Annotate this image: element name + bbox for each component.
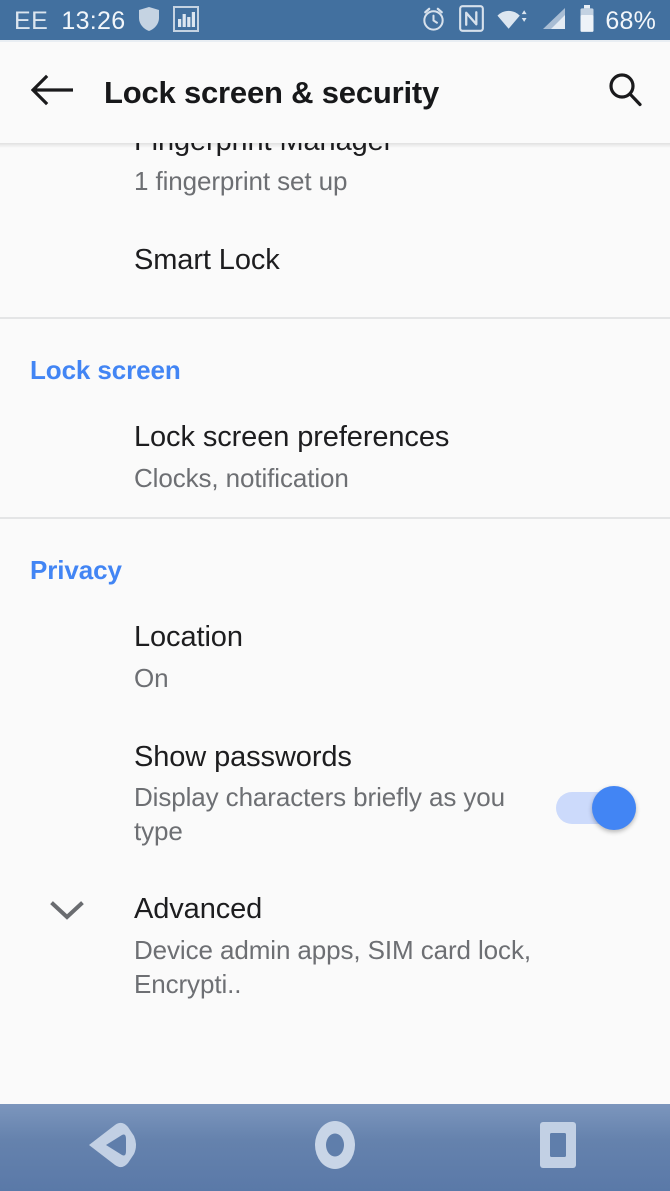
row-leading-slot (0, 420, 134, 426)
row-text: Advanced Device admin apps, SIM card loc… (134, 892, 646, 1001)
battery-percent-label: 68% (605, 6, 656, 35)
list-item[interactable]: Show passwords Display characters briefl… (0, 718, 670, 871)
wifi-icon (496, 6, 529, 37)
list-item[interactable]: Smart Lock (0, 221, 670, 317)
nav-recents-button[interactable] (447, 1104, 670, 1191)
status-bar: EE 13:26 68% (0, 0, 670, 42)
navigation-bar (0, 1104, 670, 1191)
row-leading-slot (0, 243, 134, 249)
settings-scroll-area[interactable]: Fingerprint Manager 1 fingerprint set up… (0, 143, 670, 1104)
row-title: Advanced (134, 893, 263, 926)
section-header-privacy: Privacy (30, 555, 122, 586)
row-subtitle: On (134, 662, 169, 693)
section-header-lock-screen: Lock screen (30, 355, 181, 386)
toggle-thumb (592, 785, 636, 830)
row-leading-slot (0, 740, 134, 746)
row-title: Show passwords (134, 740, 352, 773)
list-item[interactable]: Fingerprint Manager 1 fingerprint set up (0, 143, 670, 221)
row-leading-slot (0, 892, 134, 927)
show-passwords-toggle[interactable] (556, 785, 638, 830)
battery-icon (579, 4, 595, 38)
phone-screen: EE 13:26 68% Lock screen & security 1 fi… (0, 0, 670, 1191)
search-icon (606, 71, 644, 114)
cellular-signal-icon (541, 6, 567, 37)
search-button[interactable] (580, 42, 670, 143)
row-text: Smart Lock (134, 243, 646, 278)
back-arrow-icon (30, 73, 74, 112)
status-bar-right: 68% (420, 4, 656, 38)
equalizer-icon (173, 5, 200, 37)
row-subtitle: Device admin apps, SIM card lock, Encryp… (134, 934, 531, 999)
carrier-label: EE (14, 6, 49, 35)
chevron-down-icon (49, 898, 85, 927)
settings-list: Fingerprint Manager 1 fingerprint set up… (0, 143, 670, 1023)
back-button[interactable] (0, 42, 104, 143)
row-text: Lock screen preferences Clocks, notifica… (134, 420, 646, 495)
row-subtitle: Display characters briefly as you type (134, 781, 505, 846)
alarm-clock-icon (420, 5, 447, 37)
page-title: Lock screen & security (104, 74, 440, 110)
scroll-top-shadow (0, 143, 670, 148)
list-item[interactable]: Location On (0, 598, 670, 717)
row-title: Lock screen preferences (134, 421, 450, 454)
row-title: Location (134, 621, 243, 654)
nav-back-icon (82, 1117, 142, 1178)
row-text: Fingerprint Manager 1 fingerprint set up (134, 143, 646, 199)
status-bar-clock: 13:26 (61, 6, 126, 35)
row-leading-slot (0, 620, 134, 626)
status-bar-left: EE 13:26 (14, 5, 200, 37)
row-widget-slot (556, 740, 646, 830)
row-text: Location On (134, 620, 646, 695)
row-subtitle: Clocks, notification (134, 462, 349, 493)
row-subtitle: 1 fingerprint set up (134, 166, 348, 197)
app-bar: Lock screen & security (0, 42, 670, 143)
nfc-icon (459, 5, 485, 37)
nav-recents-icon (533, 1117, 583, 1178)
list-item[interactable]: Advanced Device admin apps, SIM card loc… (0, 870, 670, 1023)
shield-icon (138, 6, 160, 37)
nav-back-button[interactable] (0, 1104, 223, 1191)
nav-home-icon (309, 1115, 361, 1180)
nav-home-button[interactable] (223, 1104, 446, 1191)
list-item[interactable]: Lock screen preferences Clocks, notifica… (0, 398, 670, 517)
row-title: Smart Lock (134, 244, 280, 277)
row-text: Show passwords Display characters briefl… (134, 740, 556, 849)
